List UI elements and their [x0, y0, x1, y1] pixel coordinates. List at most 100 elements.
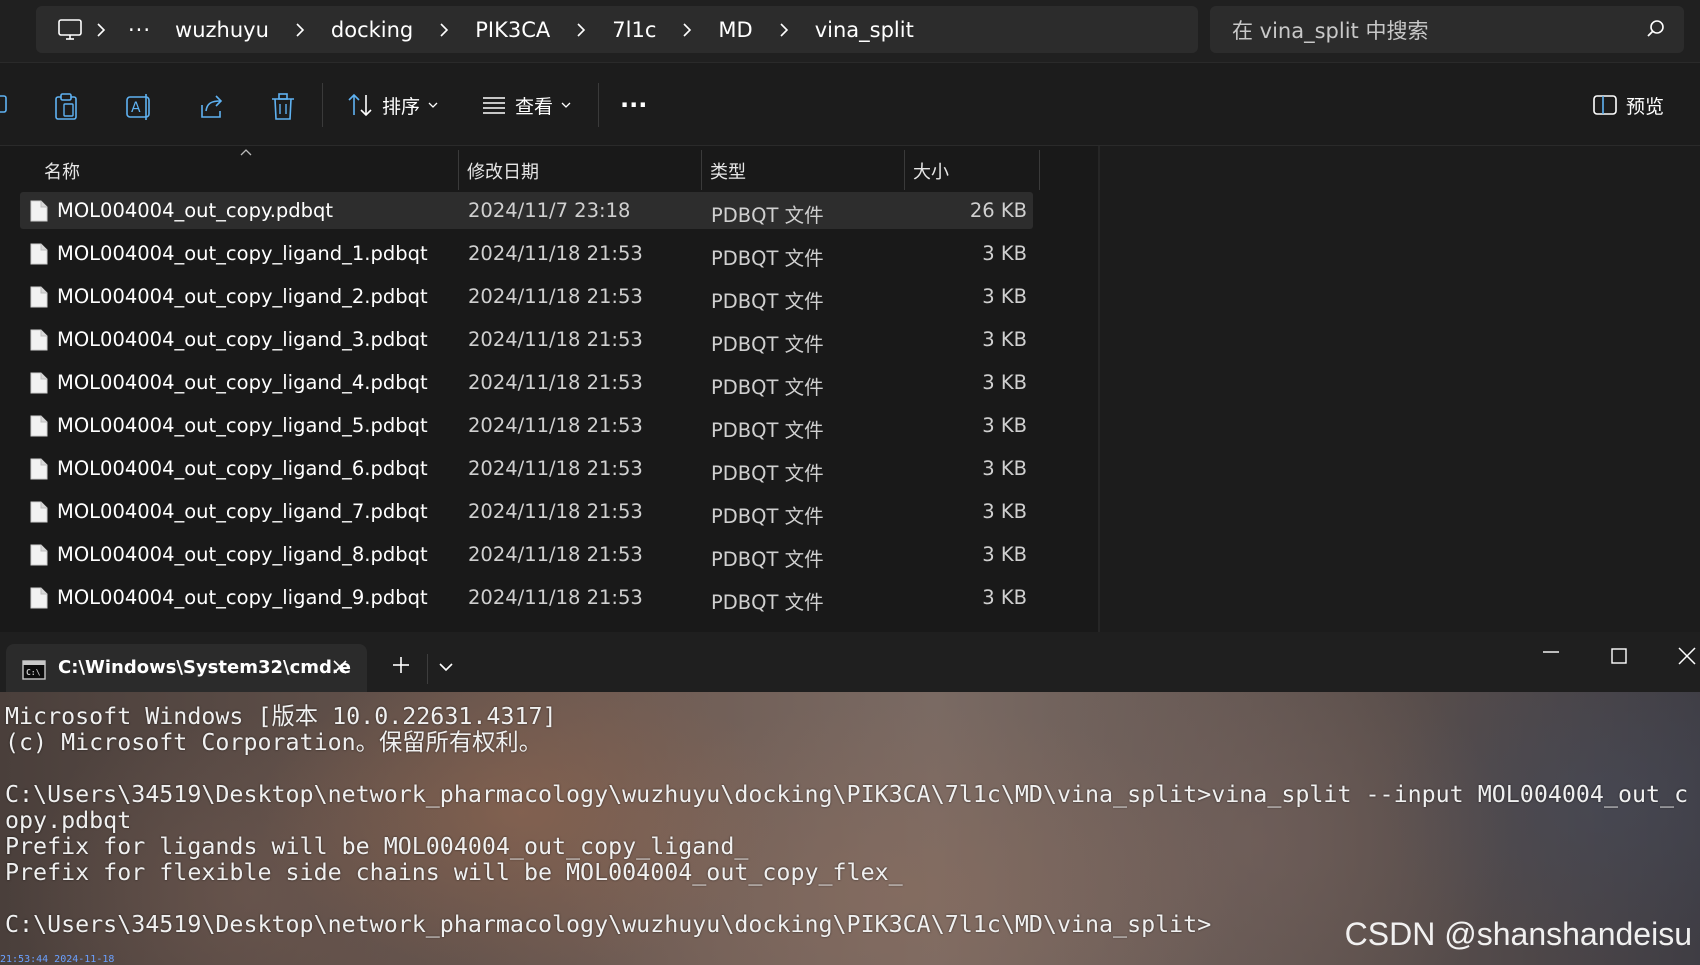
chevron-down-icon — [428, 102, 438, 108]
file-icon — [30, 544, 48, 571]
file-name[interactable]: MOL004004_out_copy_ligand_9.pdbqt — [57, 586, 428, 609]
file-modified-date: 2024/11/18 21:53 — [468, 414, 643, 437]
file-name[interactable]: MOL004004_out_copy_ligand_5.pdbqt — [57, 414, 428, 437]
file-row[interactable]: MOL004004_out_copy_ligand_4.pdbqt 2024/11… — [20, 364, 1033, 401]
file-modified-date: 2024/11/18 21:53 — [468, 371, 643, 394]
terminal-tab[interactable]: C:\ C:\Windows\System32\cmd.e — [6, 644, 367, 692]
file-row[interactable]: MOL004004_out_copy_ligand_6.pdbqt 2024/11… — [20, 450, 1033, 487]
maximize-icon[interactable] — [1611, 648, 1627, 664]
breadcrumb-item-docking[interactable]: docking — [317, 18, 427, 42]
terminal-tab-title[interactable]: C:\Windows\System32\cmd.e — [58, 657, 351, 678]
file-row[interactable]: MOL004004_out_copy_ligand_5.pdbqt 2024/11… — [20, 407, 1033, 444]
file-size: 3 KB — [982, 371, 1027, 394]
terminal-line: Microsoft Windows [版本 10.0.22631.4317] — [5, 703, 557, 730]
file-row[interactable]: MOL004004_out_copy_ligand_7.pdbqt 2024/11… — [20, 493, 1033, 530]
svg-text:A: A — [131, 100, 141, 116]
file-row[interactable]: MOL004004_out_copy.pdbqt 2024/11/7 23:18 P… — [20, 192, 1033, 229]
file-name[interactable]: MOL004004_out_copy.pdbqt — [57, 199, 333, 222]
computer-icon[interactable] — [56, 18, 84, 42]
breadcrumb-item-wuzhuyu[interactable]: wuzhuyu — [161, 18, 283, 42]
terminal-output[interactable]: Microsoft Windows [版本 10.0.22631.4317] (c… — [5, 704, 1688, 938]
column-header-size[interactable]: 大小 — [913, 158, 949, 184]
chevron-right-icon[interactable] — [670, 22, 704, 37]
breadcrumb[interactable]: ··· wuzhuyu docking PIK3CA 7l1c MD vina_… — [36, 6, 1198, 53]
close-window-icon[interactable] — [1678, 647, 1696, 665]
search-input[interactable]: 在 vina_split 中搜索 — [1210, 6, 1684, 53]
file-icon — [30, 243, 48, 270]
view-label[interactable]: 查看 — [515, 92, 553, 119]
paste-icon[interactable] — [54, 93, 78, 121]
file-size: 3 KB — [982, 242, 1027, 265]
delete-icon[interactable] — [270, 93, 296, 121]
chevron-right-icon[interactable] — [84, 22, 118, 37]
watermark: CSDN @shanshandeisu — [1344, 916, 1692, 952]
breadcrumb-item-md[interactable]: MD — [704, 18, 766, 42]
sort-label[interactable]: 排序 — [382, 92, 420, 119]
column-divider[interactable] — [904, 150, 905, 190]
file-type: PDBQT 文件 — [711, 419, 824, 442]
toolbar-divider — [598, 83, 599, 127]
breadcrumb-overflow[interactable]: ··· — [118, 18, 161, 42]
file-type: PDBQT 文件 — [711, 204, 824, 227]
preview-button[interactable]: 预览 — [1592, 85, 1664, 125]
terminal-line: Prefix for flexible side chains will be … — [5, 859, 903, 886]
terminal-line: Prefix for ligands will be MOL004004_out… — [5, 833, 749, 860]
column-divider[interactable] — [701, 150, 702, 190]
file-size: 3 KB — [982, 586, 1027, 609]
column-divider[interactable] — [458, 150, 459, 190]
preview-label[interactable]: 预览 — [1626, 92, 1664, 119]
new-tab-icon[interactable] — [392, 656, 410, 674]
chevron-right-icon[interactable] — [427, 22, 461, 37]
terminal-console[interactable]: Microsoft Windows [版本 10.0.22631.4317] (c… — [0, 692, 1700, 965]
search-icon[interactable] — [1646, 19, 1666, 39]
file-type: PDBQT 文件 — [711, 548, 824, 571]
file-name[interactable]: MOL004004_out_copy_ligand_1.pdbqt — [57, 242, 428, 265]
file-name[interactable]: MOL004004_out_copy_ligand_8.pdbqt — [57, 543, 428, 566]
more-icon[interactable]: ··· — [620, 91, 647, 119]
file-modified-date: 2024/11/18 21:53 — [468, 457, 643, 480]
svg-text:C:\: C:\ — [26, 668, 41, 677]
file-type: PDBQT 文件 — [711, 505, 824, 528]
file-row[interactable]: MOL004004_out_copy_ligand_1.pdbqt 2024/11… — [20, 235, 1033, 272]
file-icon — [30, 501, 48, 528]
file-modified-date: 2024/11/18 21:53 — [468, 500, 643, 523]
file-icon — [30, 587, 48, 614]
minimize-icon[interactable] — [1542, 650, 1560, 654]
share-icon[interactable] — [198, 93, 226, 121]
chevron-right-icon[interactable] — [564, 22, 598, 37]
file-row[interactable]: MOL004004_out_copy_ligand_8.pdbqt 2024/11… — [20, 536, 1033, 573]
terminal-line: (c) Microsoft Corporation。保留所有权利。 — [5, 729, 543, 756]
breadcrumb-item-7l1c[interactable]: 7l1c — [598, 18, 670, 42]
chevron-right-icon[interactable] — [283, 22, 317, 37]
rename-icon[interactable]: A — [126, 93, 154, 121]
breadcrumb-item-pik3ca[interactable]: PIK3CA — [461, 18, 564, 42]
breadcrumb-item-vina-split[interactable]: vina_split — [801, 18, 928, 42]
column-header-name[interactable]: 名称 — [44, 158, 80, 184]
file-icon — [30, 415, 48, 442]
file-row[interactable]: MOL004004_out_copy_ligand_3.pdbqt 2024/11… — [20, 321, 1033, 358]
file-row[interactable]: MOL004004_out_copy_ligand_2.pdbqt 2024/11… — [20, 278, 1033, 315]
cut-icon[interactable] — [0, 92, 8, 118]
chevron-right-icon[interactable] — [767, 22, 801, 37]
column-divider[interactable] — [1039, 150, 1040, 190]
file-size: 3 KB — [982, 328, 1027, 351]
column-header-row: 名称 修改日期 类型 大小 — [0, 146, 1040, 192]
sort-ascending-icon — [240, 149, 252, 156]
file-row[interactable]: MOL004004_out_copy_ligand_9.pdbqt 2024/11… — [20, 579, 1033, 616]
column-header-date[interactable]: 修改日期 — [467, 158, 539, 184]
file-type: PDBQT 文件 — [711, 462, 824, 485]
more-options-button[interactable]: ··· — [620, 85, 647, 125]
search-placeholder[interactable]: 在 vina_split 中搜索 — [1232, 15, 1428, 45]
file-icon — [30, 200, 48, 227]
file-name[interactable]: MOL004004_out_copy_ligand_3.pdbqt — [57, 328, 428, 351]
sort-button[interactable]: 排序 — [346, 85, 446, 125]
chevron-down-icon[interactable] — [438, 662, 454, 672]
terminal-tab-bar: C:\ C:\Windows\System32\cmd.e — [0, 632, 1700, 692]
file-name[interactable]: MOL004004_out_copy_ligand_6.pdbqt — [57, 457, 428, 480]
file-name[interactable]: MOL004004_out_copy_ligand_2.pdbqt — [57, 285, 428, 308]
view-button[interactable]: 查看 — [481, 85, 579, 125]
close-tab-icon[interactable] — [331, 658, 349, 676]
column-header-type[interactable]: 类型 — [710, 158, 746, 184]
file-name[interactable]: MOL004004_out_copy_ligand_7.pdbqt — [57, 500, 428, 523]
file-name[interactable]: MOL004004_out_copy_ligand_4.pdbqt — [57, 371, 428, 394]
